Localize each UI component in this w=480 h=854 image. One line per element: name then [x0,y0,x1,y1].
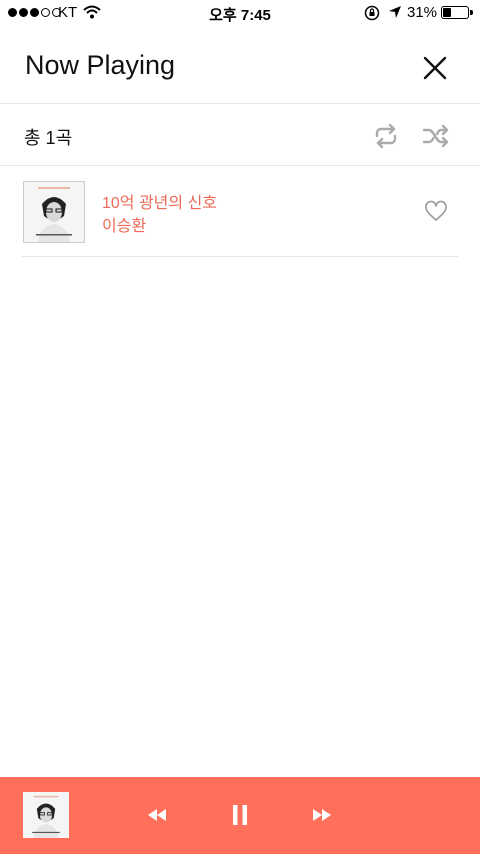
mini-player-bar [0,777,480,854]
shuffle-icon [422,124,449,148]
close-button[interactable] [417,50,453,86]
rewind-button[interactable] [141,801,173,829]
repeat-button[interactable] [370,122,402,150]
battery-icon [441,6,473,19]
page-title: Now Playing [25,50,176,80]
track-artist: 이승환 [102,218,147,235]
fast-forward-button[interactable] [306,801,338,829]
rotation-lock-icon [364,5,380,25]
favorite-button[interactable] [424,200,448,222]
status-bar: KT 오후 7:45 31% [0,0,480,26]
close-icon [423,56,447,80]
rewind-icon [148,809,166,821]
track-count: 총 1곡 [24,128,73,148]
repeat-icon [375,123,397,149]
playlist-toolbar: 총 1곡 [0,105,480,166]
album-art-thumbnail [23,181,85,243]
fast-forward-icon [313,809,331,821]
shuffle-button[interactable] [420,122,452,150]
track-row[interactable]: 10억 광년의 신호 이승환 [0,167,480,257]
pause-icon [233,805,247,825]
track-list: 10억 광년의 신호 이승환 [0,167,480,257]
now-playing-album-art[interactable] [23,792,69,838]
track-title: 10억 광년의 신호 [102,195,218,212]
heart-outline-icon [425,200,447,221]
location-arrow-icon [388,5,402,23]
header: Now Playing [0,26,480,104]
pause-button[interactable] [224,801,256,829]
battery-percent: 31% [407,4,438,21]
battery-level-fill [443,8,452,17]
